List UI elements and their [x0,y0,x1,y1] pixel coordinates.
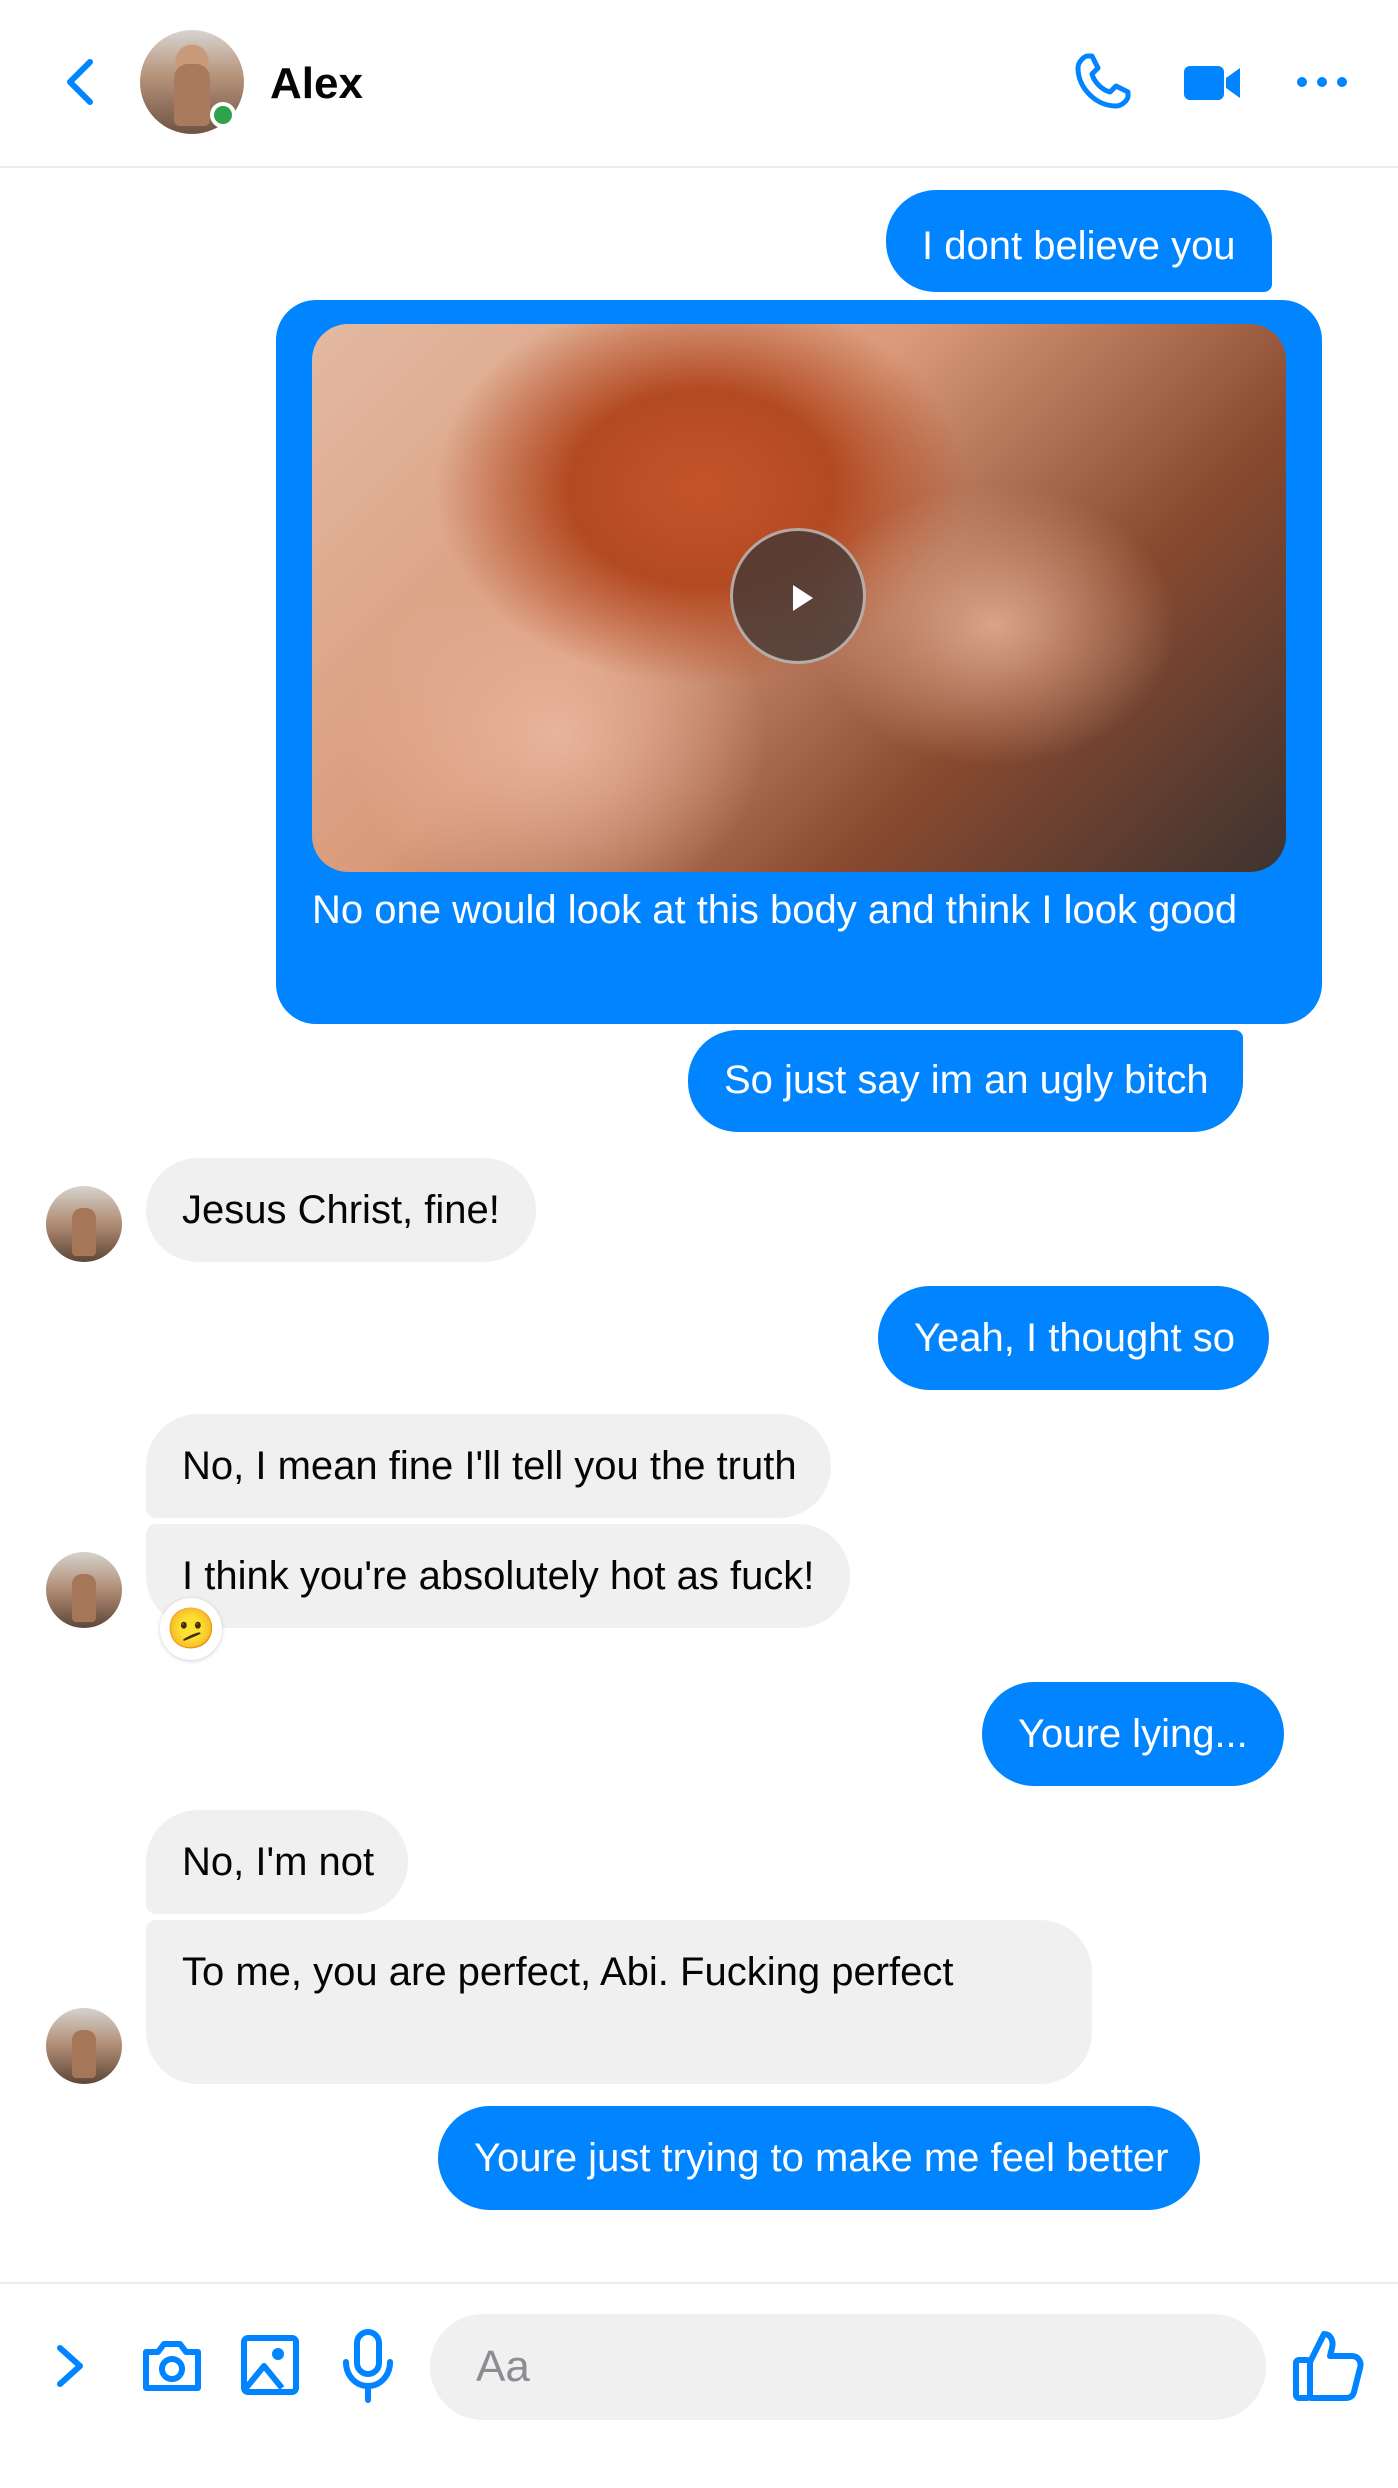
outgoing-message[interactable]: Youre just trying to make me feel better [438,2106,1201,2210]
incoming-message[interactable]: Jesus Christ, fine! [146,1158,536,1262]
voice-message-button[interactable] [340,2328,396,2409]
incoming-message[interactable]: To me, you are perfect, Abi. Fucking per… [146,1920,1092,2084]
expand-chevron-icon [57,2345,83,2387]
video-thumbnail[interactable] [312,324,1286,872]
contact-avatar-small[interactable] [46,1552,122,1628]
play-button[interactable] [730,528,866,664]
contact-avatar-small[interactable] [46,2008,122,2084]
outgoing-message[interactable]: I dont believe you [886,190,1272,292]
message-reaction[interactable]: 🫤 [160,1598,222,1660]
video-caption: No one would look at this body and think… [312,888,1238,932]
video-call-button[interactable] [1180,50,1244,114]
gallery-icon [241,2335,299,2395]
thumbs-up-icon [1293,2331,1364,2401]
contact-name[interactable]: Alex [270,56,363,112]
more-options-button[interactable] [1290,50,1354,114]
expand-actions-button[interactable] [50,2338,90,2399]
incoming-message[interactable]: I think you're absolutely hot as fuck! [146,1524,851,1628]
play-icon [793,585,813,611]
camera-button[interactable] [138,2334,206,2403]
incoming-message[interactable]: No, I'm not [146,1810,409,1914]
camera-icon [143,2341,201,2391]
message-composer [0,2282,1398,2488]
microphone-icon [343,2329,393,2403]
outgoing-video-message[interactable]: No one would look at this body and think… [276,300,1322,1024]
incoming-message[interactable]: No, I mean fine I'll tell you the truth [146,1414,831,1518]
outgoing-message[interactable]: So just say im an ugly bitch [688,1030,1243,1132]
voice-call-button[interactable] [1070,50,1134,114]
video-camera-icon [1184,66,1240,100]
like-button[interactable] [1292,2328,1364,2409]
phone-icon [1075,53,1131,109]
more-options-icon [1297,77,1347,87]
back-button[interactable] [56,52,108,112]
outgoing-message[interactable]: Yeah, I thought so [878,1286,1270,1390]
online-status-indicator [210,102,236,128]
conversation-header: Alex [0,0,1398,168]
gallery-button[interactable] [238,2332,302,2403]
back-arrow-icon [67,59,93,105]
contact-avatar-small[interactable] [46,1186,122,1262]
outgoing-message[interactable]: Youre lying... [982,1682,1284,1786]
message-input[interactable] [430,2314,1266,2420]
